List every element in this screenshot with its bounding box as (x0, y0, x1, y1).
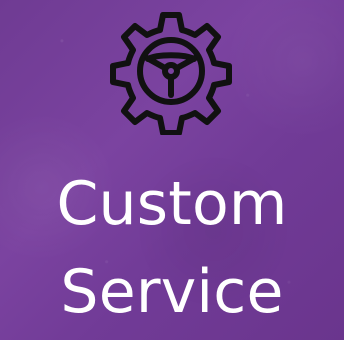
custom-service-tile[interactable]: Custom Service (0, 0, 344, 340)
title-line-1: Custom (56, 169, 288, 239)
gear-steering-wheel-icon (96, 7, 246, 135)
title-line-2: Service (60, 257, 284, 327)
